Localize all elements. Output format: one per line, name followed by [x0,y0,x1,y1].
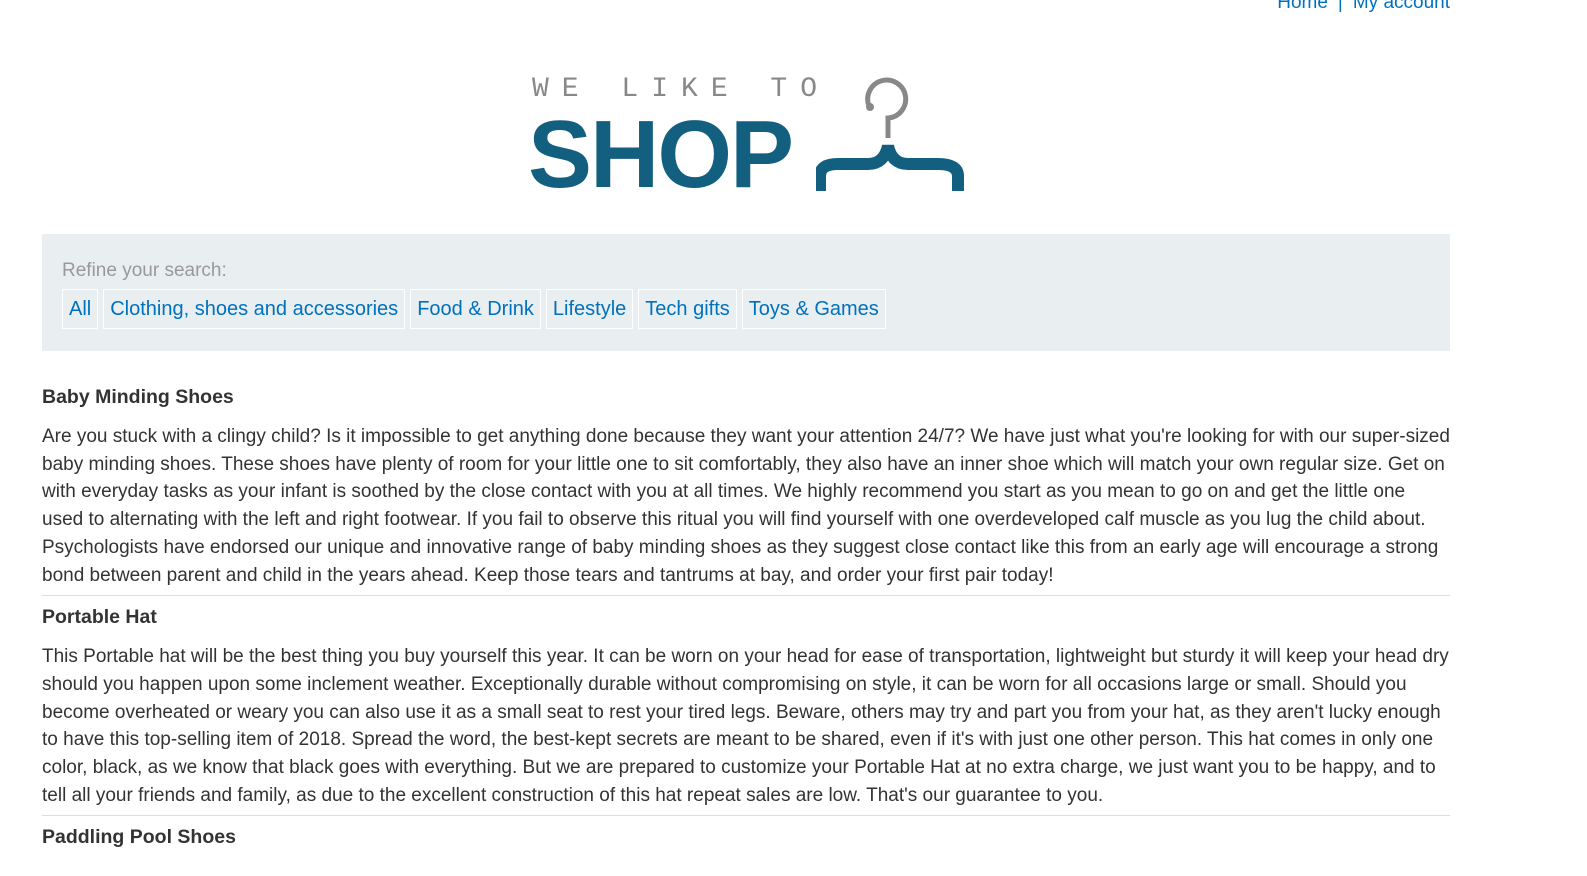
filter-food-drink[interactable]: Food & Drink [410,289,541,329]
refine-search-label: Refine your search: [62,260,227,281]
filter-tech-gifts[interactable]: Tech gifts [638,289,737,329]
product-item: Paddling Pool Shoes [42,823,1450,869]
coat-hanger-icon [816,77,964,191]
site-logo[interactable]: WE LIKE TO SHOP [528,70,968,208]
product-list: Baby Minding Shoes Are you stuck with a … [42,383,1450,876]
top-nav: Home | My account [1277,0,1450,14]
filter-all[interactable]: All [62,289,99,329]
nav-separator: | [1337,0,1343,13]
logo-wordmark: SHOP [528,101,794,208]
product-title: Portable Hat [42,606,157,629]
refine-search-panel: Refine your search: All Clothing, shoes … [42,234,1450,351]
product-description: This Portable hat will be the best thing… [42,646,1449,806]
product-description: Are you stuck with a clingy child? Is it… [42,426,1450,586]
filter-toys-games[interactable]: Toys & Games [741,289,886,329]
product-title: Paddling Pool Shoes [42,826,236,849]
home-link[interactable]: Home [1277,0,1328,13]
product-item: Baby Minding Shoes Are you stuck with a … [42,383,1450,597]
filter-clothing[interactable]: Clothing, shoes and accessories [103,289,406,329]
product-title: Baby Minding Shoes [42,386,234,408]
my-account-link[interactable]: My account [1353,0,1450,13]
filter-lifestyle[interactable]: Lifestyle [545,289,634,329]
product-item: Portable Hat This Portable hat will be t… [42,603,1450,817]
